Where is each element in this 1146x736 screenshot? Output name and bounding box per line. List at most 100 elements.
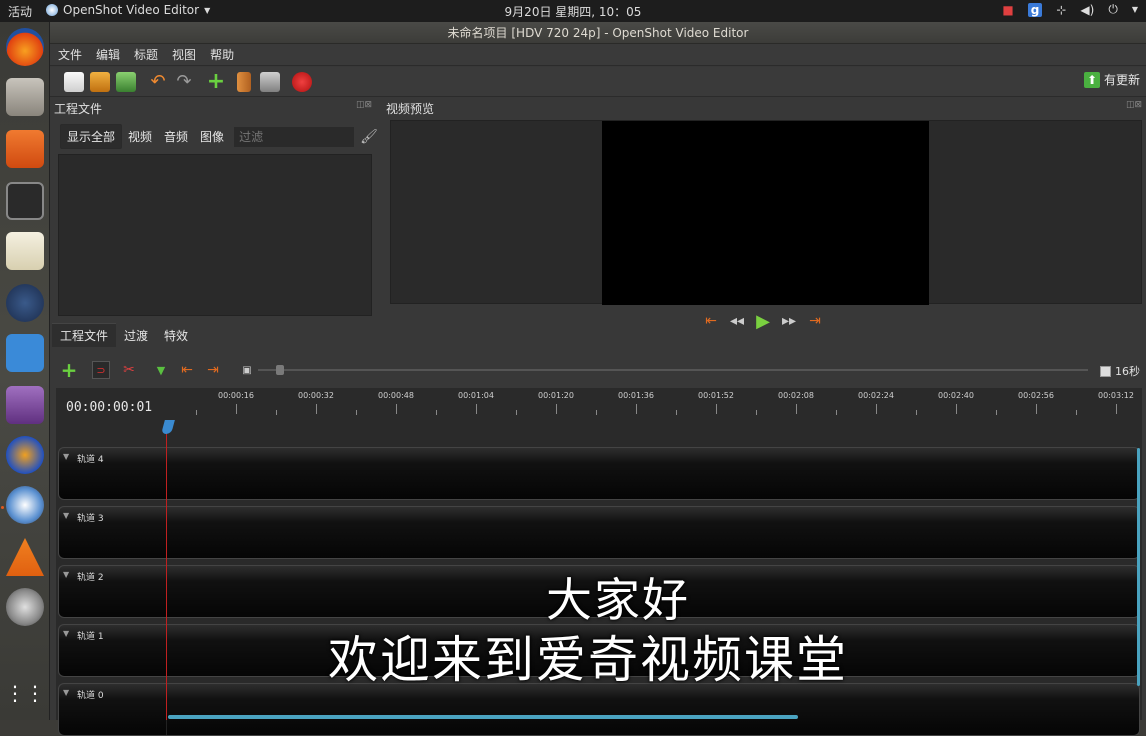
- menu-title[interactable]: 标题: [134, 46, 158, 63]
- fullscreen-icon[interactable]: [260, 72, 280, 92]
- jump-start-icon[interactable]: ⇤: [702, 312, 720, 330]
- track-name: 轨道 4: [77, 455, 104, 465]
- audacity-icon[interactable]: [6, 436, 44, 474]
- jump-end-icon[interactable]: ⇥: [806, 312, 824, 330]
- track-menu-icon[interactable]: ▼: [63, 452, 69, 461]
- running-indicator: [1, 506, 4, 509]
- clear-filter-icon[interactable]: 🖌: [360, 129, 378, 145]
- zoom-slider[interactable]: [258, 369, 1088, 371]
- ruler-tick: [796, 404, 797, 414]
- volume-icon[interactable]: ◀): [1080, 3, 1094, 17]
- filter-audio[interactable]: 音频: [158, 125, 194, 148]
- tab-project-files[interactable]: 工程文件: [52, 323, 117, 347]
- import-files-icon[interactable]: +: [206, 71, 226, 93]
- video-preview-panel: 视频预览 ◫⊠ ⇤ ◂◂ ▶ ▸▸ ⇥: [382, 98, 1146, 348]
- timeline-track[interactable]: ▼ 轨道 3: [58, 506, 1140, 559]
- ruler-tick-minor: [516, 410, 517, 415]
- update-available-button[interactable]: ⬆ 有更新: [1083, 71, 1140, 88]
- previous-marker-icon[interactable]: ⇤: [178, 361, 196, 379]
- playhead-handle[interactable]: [161, 420, 175, 434]
- project-files-list[interactable]: [58, 154, 372, 316]
- update-icon: ⬆: [1083, 71, 1100, 88]
- firefox-icon[interactable]: [6, 28, 44, 66]
- undo-icon[interactable]: ↶: [148, 72, 168, 92]
- profile-icon[interactable]: [237, 72, 251, 92]
- ruler-tick-minor: [436, 410, 437, 415]
- save-project-icon[interactable]: [116, 72, 136, 92]
- network-icon[interactable]: ⊹: [1056, 3, 1066, 17]
- ruler-label: 00:00:16: [218, 391, 254, 400]
- clock[interactable]: 9月20日 星期四, 10：05: [0, 3, 1146, 20]
- ruler-label: 00:01:20: [538, 391, 574, 400]
- menu-view[interactable]: 视图: [172, 46, 196, 63]
- ruler-tick: [716, 404, 717, 414]
- chevron-down-icon[interactable]: ▼: [1132, 5, 1138, 14]
- disk-usage-icon[interactable]: [6, 284, 44, 322]
- track-header[interactable]: ▼ 轨道 3: [59, 507, 167, 558]
- timeline-ruler[interactable]: 00:00:16 00:00:32 00:00:48 00:01:04 00:01:20…: [168, 388, 1142, 424]
- ruler-tick: [556, 404, 557, 414]
- software-center-icon[interactable]: [6, 130, 44, 168]
- filter-bar: 显示全部 视频 音频 图像 🖌: [60, 124, 378, 149]
- tab-effects[interactable]: 特效: [156, 324, 196, 347]
- ruler-label: 00:00:32: [298, 391, 334, 400]
- add-track-icon[interactable]: +: [60, 358, 78, 382]
- ruler-tick: [1116, 404, 1117, 414]
- ruler-label: 00:00:48: [378, 391, 414, 400]
- text-editor-icon[interactable]: [6, 232, 44, 270]
- next-marker-icon[interactable]: ⇥: [204, 361, 222, 379]
- play-icon[interactable]: ▶: [754, 311, 772, 332]
- filter-show-all[interactable]: 显示全部: [60, 124, 123, 149]
- panel-float-close-icon[interactable]: ◫⊠: [1126, 100, 1142, 110]
- panel-float-close-icon[interactable]: ◫⊠: [356, 100, 372, 110]
- system-monitor-icon[interactable]: [6, 334, 44, 372]
- menu-edit[interactable]: 编辑: [96, 46, 120, 63]
- ruler-tick-minor: [356, 410, 357, 415]
- ruler-tick-minor: [996, 410, 997, 415]
- zoom-label: 16秒: [1115, 365, 1140, 378]
- export-video-icon[interactable]: [292, 72, 312, 92]
- ruler-label: 00:01:04: [458, 391, 494, 400]
- zoom-checkbox[interactable]: [1100, 365, 1111, 377]
- redo-icon[interactable]: ↷: [174, 72, 194, 92]
- system-tray: ■ g ⊹ ◀) ⏻ ▼: [1002, 2, 1138, 17]
- fast-forward-icon[interactable]: ▸▸: [780, 312, 798, 330]
- open-project-icon[interactable]: [90, 72, 110, 92]
- ruler-tick: [396, 404, 397, 414]
- ruler-tick: [636, 404, 637, 414]
- ruler-tick: [316, 404, 317, 414]
- menu-file[interactable]: 文件: [58, 46, 82, 63]
- track-name: 轨道 3: [77, 514, 104, 524]
- new-project-icon[interactable]: [64, 72, 84, 92]
- ruler-tick-minor: [596, 410, 597, 415]
- menu-help[interactable]: 帮助: [210, 46, 234, 63]
- add-marker-icon[interactable]: ▼: [152, 361, 170, 379]
- zoom-icon: ▣: [242, 364, 252, 376]
- tab-transitions[interactable]: 过渡: [116, 324, 156, 347]
- zoom-slider-handle[interactable]: [276, 365, 284, 375]
- video-preview-area[interactable]: [390, 120, 1142, 305]
- input-method-icon[interactable]: g: [1027, 2, 1043, 17]
- video-editor-icon[interactable]: [6, 386, 44, 424]
- razor-icon[interactable]: ✂: [120, 361, 138, 379]
- screen-record-icon[interactable]: ■: [1002, 3, 1013, 17]
- timeline-horizontal-scrollbar[interactable]: [168, 715, 798, 719]
- files-icon[interactable]: [6, 78, 44, 116]
- ruler-tick: [236, 404, 237, 414]
- ruler-label: 00:01:52: [698, 391, 734, 400]
- filter-input[interactable]: [234, 126, 355, 147]
- track-menu-icon[interactable]: ▼: [63, 511, 69, 520]
- terminal-icon[interactable]: [6, 182, 44, 220]
- subtitle-line-2: 欢迎来到爱奇视频课堂: [328, 631, 848, 689]
- snapping-icon[interactable]: ⊃: [92, 361, 110, 379]
- openshot-icon[interactable]: [6, 486, 44, 524]
- filter-image[interactable]: 图像: [194, 125, 230, 148]
- track-header[interactable]: ▼ 轨道 4: [59, 448, 167, 499]
- rewind-icon[interactable]: ◂◂: [728, 312, 746, 330]
- filter-video[interactable]: 视频: [122, 125, 158, 148]
- timeline-track[interactable]: ▼ 轨道 4: [58, 447, 1140, 500]
- timeline-toolbar: + ⊃ ✂ ▼ ⇤ ⇥ ▣ 16秒: [50, 356, 1146, 384]
- ruler-label: 00:03:12: [1098, 391, 1134, 400]
- power-icon[interactable]: ⏻: [1108, 2, 1118, 17]
- main-toolbar: ↶ ↷ + ⬆ 有更新: [50, 67, 1146, 97]
